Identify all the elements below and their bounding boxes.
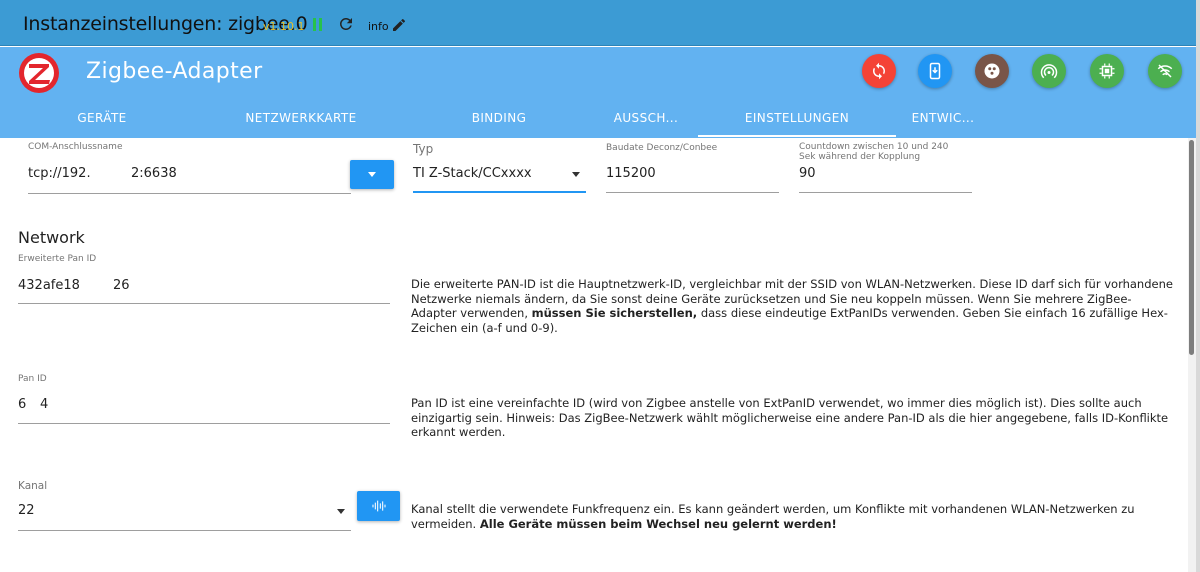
- network-section-title: Network: [18, 228, 85, 247]
- pan-id-value-start[interactable]: 6: [18, 397, 26, 412]
- channel-label: Kanal: [18, 480, 48, 492]
- pan-id-description: Pan ID ist eine vereinfachte ID (wird vo…: [411, 396, 1169, 439]
- chevron-down-icon[interactable]: [337, 509, 345, 514]
- instance-settings-window: Instanzeinstellungen: zigbee.0 v1.10.1 i…: [0, 0, 1200, 572]
- com-port-value-end[interactable]: 2:6638: [131, 166, 177, 181]
- wifi-off-icon: [1157, 64, 1173, 78]
- backup-button[interactable]: [918, 54, 952, 88]
- com-port-select-button[interactable]: [350, 160, 394, 189]
- type-label: Typ: [413, 142, 434, 156]
- adapter-title: Zigbee-Adapter: [86, 59, 263, 84]
- zigbee-logo-icon: [19, 53, 59, 93]
- channel-select-underline: [18, 530, 351, 531]
- title-bar: Instanzeinstellungen: zigbee.0 v1.10.1 i…: [0, 0, 1200, 46]
- com-port-value-start[interactable]: tcp://192.: [28, 166, 91, 181]
- tab-entwicklung[interactable]: ENTWIC...: [900, 111, 986, 125]
- ext-pan-id-label: Erweiterte Pan ID: [18, 254, 97, 264]
- broadcast-icon: [1040, 64, 1058, 79]
- type-select-value[interactable]: TI Z-Stack/CCxxxx: [413, 166, 532, 181]
- loglevel-label: info: [368, 20, 389, 33]
- tab-binding[interactable]: BINDING: [460, 111, 538, 125]
- ext-pan-id-value-start[interactable]: 432afe18: [18, 278, 80, 293]
- tab-ausschluss[interactable]: AUSSCH...: [605, 111, 687, 125]
- channel-select-value[interactable]: 22: [18, 503, 35, 518]
- scrollbar-thumb[interactable]: [1189, 140, 1194, 355]
- tab-netzwerkkarte[interactable]: NETZWERKKARTE: [236, 111, 366, 125]
- arrow-down-icon: [368, 172, 376, 177]
- countdown-underline: [799, 192, 972, 193]
- settings-content: COM-Anschlussname tcp://192. 2:6638 Typ …: [0, 138, 1188, 572]
- cookie-icon: [984, 63, 1000, 79]
- pan-id-value-end[interactable]: 4: [40, 397, 48, 412]
- countdown-input[interactable]: 90: [799, 166, 816, 181]
- download-icon: [929, 62, 941, 80]
- channel-desc-bold: Alle Geräte müssen beim Wechsel neu gele…: [479, 516, 837, 531]
- adapter-header: Zigbee-Adapter GERÄTE NETZWERKKARTE BIND…: [0, 47, 1196, 138]
- channel-scan-button[interactable]: [357, 491, 400, 521]
- countdown-label-line2: Sek während der Kopplung: [799, 152, 921, 162]
- com-port-label: COM-Anschlussname: [28, 142, 123, 152]
- countdown-label-line1: Countdown zwischen 10 und 240: [799, 142, 949, 152]
- reset-button[interactable]: [862, 54, 896, 88]
- tab-geraete[interactable]: GERÄTE: [62, 111, 142, 125]
- join-button[interactable]: [1032, 54, 1066, 88]
- signal-button[interactable]: [1148, 54, 1182, 88]
- ext-pan-id-description: Die erweiterte PAN-ID ist die Hauptnetzw…: [411, 277, 1176, 335]
- ext-pan-id-value-end[interactable]: 26: [113, 278, 130, 293]
- audio-wave-icon: [371, 500, 386, 512]
- baudrate-input[interactable]: 115200: [606, 166, 656, 181]
- chip-icon: [1099, 63, 1115, 79]
- chevron-down-icon[interactable]: [572, 172, 580, 177]
- baudrate-underline: [606, 192, 779, 193]
- scan-button[interactable]: [1090, 54, 1124, 88]
- debug-button[interactable]: [975, 54, 1009, 88]
- sync-icon: [873, 62, 885, 80]
- version-badge: v1.10.1: [263, 20, 305, 33]
- pencil-icon[interactable]: [391, 17, 407, 33]
- type-select-underline: [413, 191, 586, 193]
- ext-pan-id-underline: [18, 303, 390, 304]
- com-port-underline: [28, 193, 351, 194]
- channel-description: Kanal stellt die verwendete Funkfrequenz…: [411, 502, 1176, 531]
- active-tab-indicator: [698, 135, 896, 137]
- reload-icon[interactable]: [337, 15, 355, 33]
- baudrate-label: Baudate Deconz/Conbee: [606, 143, 718, 153]
- tab-einstellungen[interactable]: EINSTELLUNGEN: [732, 111, 862, 125]
- pan-id-label: Pan ID: [18, 374, 47, 384]
- window-edge: [1196, 0, 1200, 572]
- pan-id-underline: [18, 423, 390, 424]
- pause-icon[interactable]: [311, 18, 323, 31]
- ext-pan-id-desc-bold: müssen Sie sicherstellen,: [531, 306, 698, 320]
